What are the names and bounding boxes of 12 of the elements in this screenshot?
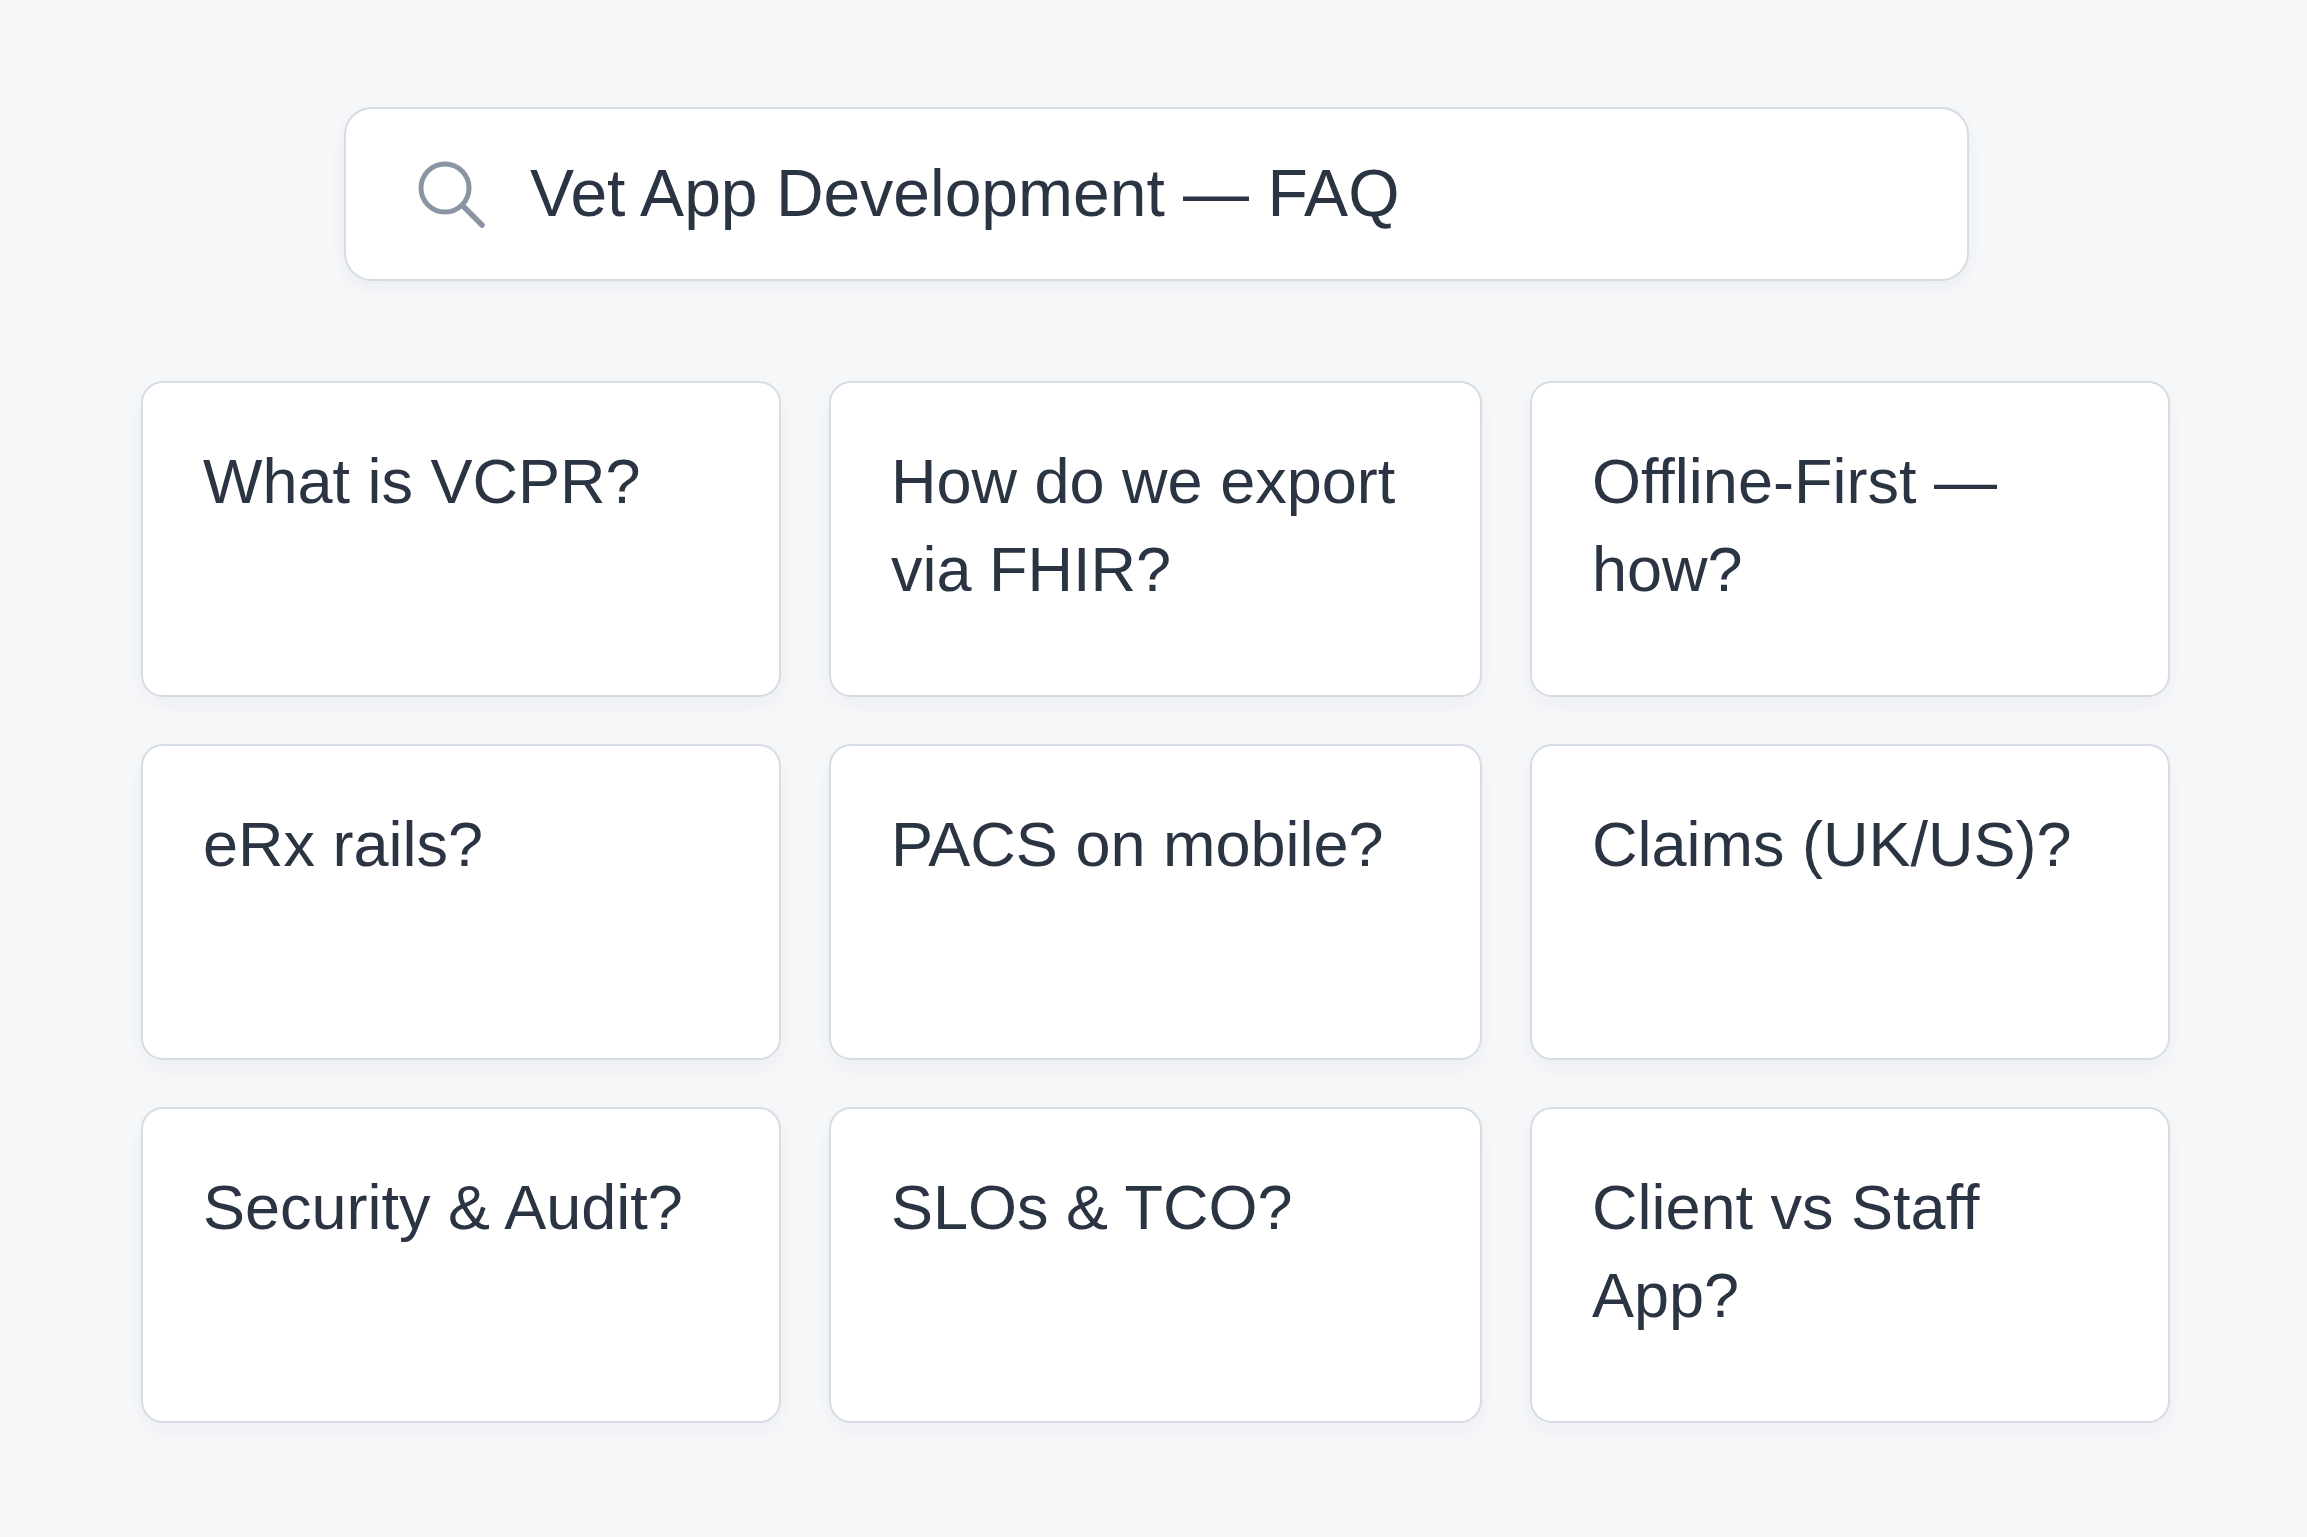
faq-card[interactable]: Client vs Staff App? xyxy=(1530,1107,2170,1423)
search-icon xyxy=(416,159,486,229)
search-field[interactable]: Vet App Development — FAQ xyxy=(344,107,1969,281)
faq-card[interactable]: How do we export via FHIR? xyxy=(829,381,1482,697)
faq-card[interactable]: eRx rails? xyxy=(141,744,781,1060)
faq-card[interactable]: Security & Audit? xyxy=(141,1107,781,1423)
faq-card[interactable]: PACS on mobile? xyxy=(829,744,1482,1060)
faq-card[interactable]: Claims (UK/US)? xyxy=(1530,744,2170,1060)
search-query: Vet App Development — FAQ xyxy=(530,155,1400,233)
faq-card[interactable]: What is VCPR? xyxy=(141,381,781,697)
faq-card[interactable]: SLOs & TCO? xyxy=(829,1107,1482,1423)
faq-card[interactable]: Offline-First — how? xyxy=(1530,381,2170,697)
